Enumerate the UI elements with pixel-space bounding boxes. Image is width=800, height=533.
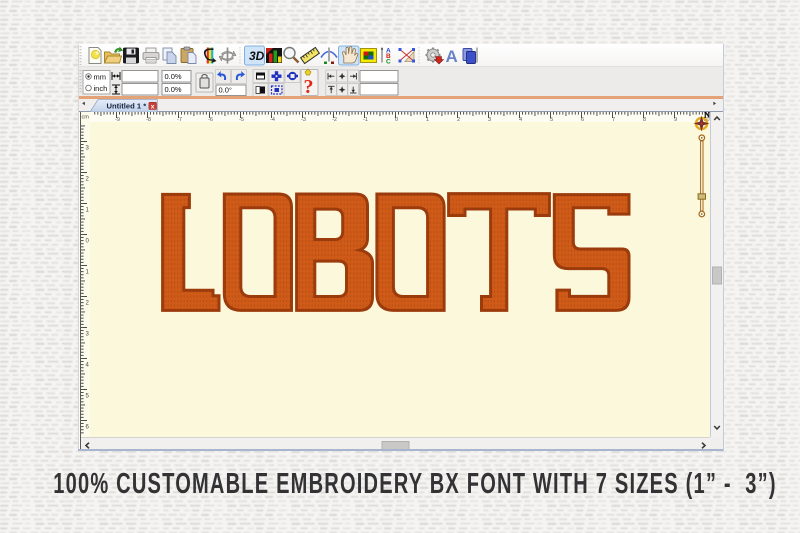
svg-text:0.0%: 0.0%	[165, 72, 182, 81]
svg-text:0.0°: 0.0°	[219, 85, 232, 94]
svg-text:-1: -1	[363, 117, 368, 123]
svg-text:-2: -2	[332, 117, 337, 123]
svg-text:-4: -4	[270, 117, 275, 123]
svg-text:x: x	[151, 103, 155, 110]
svg-text:9: 9	[674, 117, 677, 123]
svg-text:A: A	[446, 47, 458, 66]
svg-text:4: 4	[519, 117, 522, 123]
svg-text:-7: -7	[177, 117, 182, 123]
svg-text:-5: -5	[239, 117, 244, 123]
svg-text:7: 7	[612, 117, 615, 123]
svg-text:5: 5	[550, 117, 553, 123]
svg-text:0.0%: 0.0%	[165, 85, 182, 94]
svg-text:mm: mm	[94, 73, 107, 82]
svg-text:-3: -3	[301, 117, 306, 123]
svg-text:-6: -6	[208, 117, 213, 123]
svg-text:0: 0	[395, 117, 398, 123]
svg-text:cm: cm	[82, 115, 90, 121]
svg-text:8: 8	[643, 117, 646, 123]
svg-text:-9: -9	[115, 117, 120, 123]
svg-text:3: 3	[488, 117, 491, 123]
svg-text:2: 2	[457, 117, 460, 123]
svg-text:6: 6	[581, 117, 584, 123]
svg-text:inch: inch	[94, 84, 108, 93]
svg-text:1: 1	[426, 117, 429, 123]
svg-text:3D: 3D	[249, 49, 265, 63]
svg-text:?: ?	[304, 76, 314, 96]
svg-text:-8: -8	[146, 117, 151, 123]
svg-text:Untitled 1 *: Untitled 1 *	[107, 102, 147, 111]
svg-text:C: C	[386, 59, 391, 66]
